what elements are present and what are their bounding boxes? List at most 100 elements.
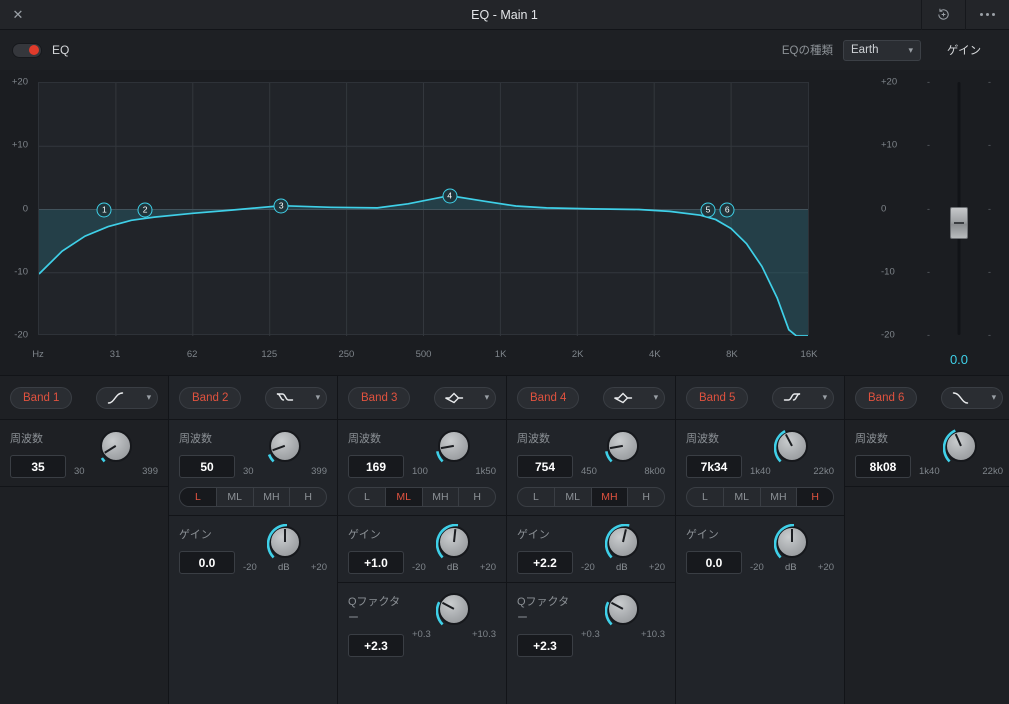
band-3-qfactor-knob[interactable]: [436, 593, 470, 626]
band-6-filter-type-dropdown[interactable]: ▾: [941, 386, 1003, 409]
band-2-range-l[interactable]: L: [180, 488, 217, 506]
band-5-frequency-value[interactable]: 7k34: [686, 455, 742, 478]
x-axis-tick: 62: [186, 349, 198, 360]
band-2-frequency-value[interactable]: 50: [179, 455, 235, 478]
eq-band-node-5[interactable]: 5: [700, 202, 716, 217]
band-2-frequency-section: 周波数 50 30 399 L ML MH H: [169, 420, 337, 516]
band-6-enable-button[interactable]: Band 6: [855, 386, 918, 409]
band-4-range-l[interactable]: L: [518, 488, 555, 506]
band-3-gain-min: -20: [412, 562, 426, 573]
band-6-frequency-knob[interactable]: [943, 429, 977, 463]
band-4-frequency-value[interactable]: 754: [517, 455, 573, 478]
x-axis-tick: 31: [109, 349, 121, 360]
band-5-filter-type-dropdown[interactable]: ▾: [772, 386, 834, 409]
x-axis-tick: Hz: [32, 349, 44, 360]
band-5-gain-min: -20: [750, 562, 764, 573]
band-6-frequency-section: 周波数 8k08 1k40 22k0: [845, 420, 1009, 487]
band-1-filter-type-dropdown[interactable]: ▾: [96, 386, 158, 409]
band-3-range-h[interactable]: H: [459, 488, 495, 506]
reset-history-icon[interactable]: [921, 0, 965, 30]
eq-power-toggle[interactable]: [12, 42, 42, 58]
band-4-filter-type-dropdown[interactable]: ▾: [603, 386, 665, 409]
band-3-range-selector[interactable]: L ML MH H: [348, 487, 496, 507]
band-3-frequency-knob[interactable]: [436, 430, 470, 463]
band-2-range-ml[interactable]: ML: [217, 488, 254, 506]
fader-tick: -: [988, 203, 991, 214]
band-2-header: Band 2 ▾: [169, 376, 337, 420]
band-3-filter-type-dropdown[interactable]: ▾: [434, 386, 496, 409]
band-4-enable-button[interactable]: Band 4: [517, 386, 580, 409]
band-4-range-h[interactable]: H: [628, 488, 664, 506]
band-5-frequency-knob[interactable]: [774, 430, 808, 463]
band-4-gain-knob[interactable]: [605, 524, 639, 559]
band-5-frequency-max: 22k0: [813, 466, 834, 477]
eq-band-node-6[interactable]: 6: [719, 202, 735, 217]
band-4-range-selector[interactable]: L ML MH H: [517, 487, 665, 507]
band-2-frequency-knob[interactable]: [267, 430, 301, 463]
band-4-gain-value[interactable]: +2.2: [517, 551, 573, 574]
close-icon[interactable]: ✕: [0, 0, 36, 30]
band-4-qfactor-value[interactable]: +2.3: [517, 634, 573, 657]
band-4-qfactor-knob[interactable]: [605, 593, 639, 626]
band-5-range-mh[interactable]: MH: [761, 488, 798, 506]
band-2-gain-knob[interactable]: [267, 524, 301, 559]
band-1-frequency-knob[interactable]: [100, 430, 132, 463]
fader-handle[interactable]: [950, 206, 968, 239]
band-1-frequency-value[interactable]: 35: [10, 455, 66, 478]
x-axis-tick: 16K: [800, 349, 818, 360]
x-axis: Hz 31 62 125 250 500 1K 2K 4K 8K 16K: [32, 349, 817, 363]
band-3-gain-value[interactable]: +1.0: [348, 551, 404, 574]
overflow-menu-icon[interactable]: [965, 0, 1009, 30]
band-5-range-l[interactable]: L: [687, 488, 724, 506]
band-2-enable-button[interactable]: Band 2: [179, 386, 242, 409]
band-5-enable-button[interactable]: Band 5: [686, 386, 749, 409]
band-4-frequency-knob[interactable]: [605, 430, 639, 463]
band-5-gain-label: ゲイン: [686, 529, 719, 541]
eq-band-node-3[interactable]: 3: [273, 198, 289, 214]
eq-type-dropdown[interactable]: Earth ▾: [843, 39, 921, 61]
band-5-gain-knob[interactable]: [774, 524, 808, 559]
x-axis-tick: 250: [338, 349, 355, 360]
highshelf-filter-icon: [779, 390, 805, 406]
band-2-gain-max: +20: [310, 562, 327, 573]
band-2-gain-value[interactable]: 0.0: [179, 551, 235, 574]
window-title: EQ - Main 1: [471, 7, 538, 22]
band-2-range-mh[interactable]: MH: [254, 488, 291, 506]
band-3-range-l[interactable]: L: [349, 488, 386, 506]
band-3-frequency-min: 100: [412, 466, 428, 477]
band-3-gain-section: ゲイン +1.0 -20 dB +20: [338, 516, 506, 583]
eq-band-node-4[interactable]: 4: [442, 188, 458, 204]
band-2-gain-label: ゲイン: [179, 529, 212, 541]
master-gain-fader[interactable]: - - - - - - - - - - 0.0: [909, 70, 1009, 375]
band-5-range-h[interactable]: H: [797, 488, 833, 506]
eq-type-value: Earth: [851, 44, 879, 56]
y-axis-tick: +10: [11, 139, 28, 151]
eq-band-node-2[interactable]: 2: [137, 202, 153, 217]
band-3-enable-button[interactable]: Band 3: [348, 386, 411, 409]
band-4-qfactor-min: +0.3: [581, 629, 600, 640]
band-3-frequency-max: 1k50: [475, 466, 496, 477]
y-axis-tick: -10: [881, 266, 895, 278]
band-5-range-selector[interactable]: L ML MH H: [686, 487, 834, 507]
band-5-range-ml[interactable]: ML: [724, 488, 761, 506]
eq-plot[interactable]: 1 2 3 4 56: [38, 82, 809, 336]
band-2-frequency-max: 399: [311, 466, 327, 477]
band-2-filter-type-dropdown[interactable]: ▾: [265, 386, 327, 409]
band-2-range-selector[interactable]: L ML MH H: [179, 487, 327, 507]
band-1-enable-button[interactable]: Band 1: [10, 386, 73, 409]
chevron-down-icon: ▾: [653, 392, 659, 402]
band-4-range-mh[interactable]: MH: [591, 488, 629, 506]
band-2-range-h[interactable]: H: [290, 488, 326, 506]
band-6-frequency-value[interactable]: 8k08: [855, 455, 911, 478]
eq-curve-panel[interactable]: +20 +10 0 -10 -20 +20 +10 0 -10 -20 1 2 3 4 56 Hz 31 6…: [0, 70, 909, 375]
band-5-frequency-min: 1k40: [750, 466, 771, 477]
band-3-frequency-value[interactable]: 169: [348, 455, 404, 478]
band-3-qfactor-value[interactable]: +2.3: [348, 634, 404, 657]
band-5-gain-value[interactable]: 0.0: [686, 551, 742, 574]
band-3-gain-knob[interactable]: [436, 524, 470, 559]
band-3-range-ml[interactable]: ML: [385, 488, 423, 506]
eq-band-node-1[interactable]: 1: [96, 202, 112, 217]
band-strip-6: Band 6 ▾ 周波数 8k08 1k40 22k0: [845, 376, 1009, 704]
band-4-range-ml[interactable]: ML: [555, 488, 592, 506]
band-3-range-mh[interactable]: MH: [423, 488, 460, 506]
